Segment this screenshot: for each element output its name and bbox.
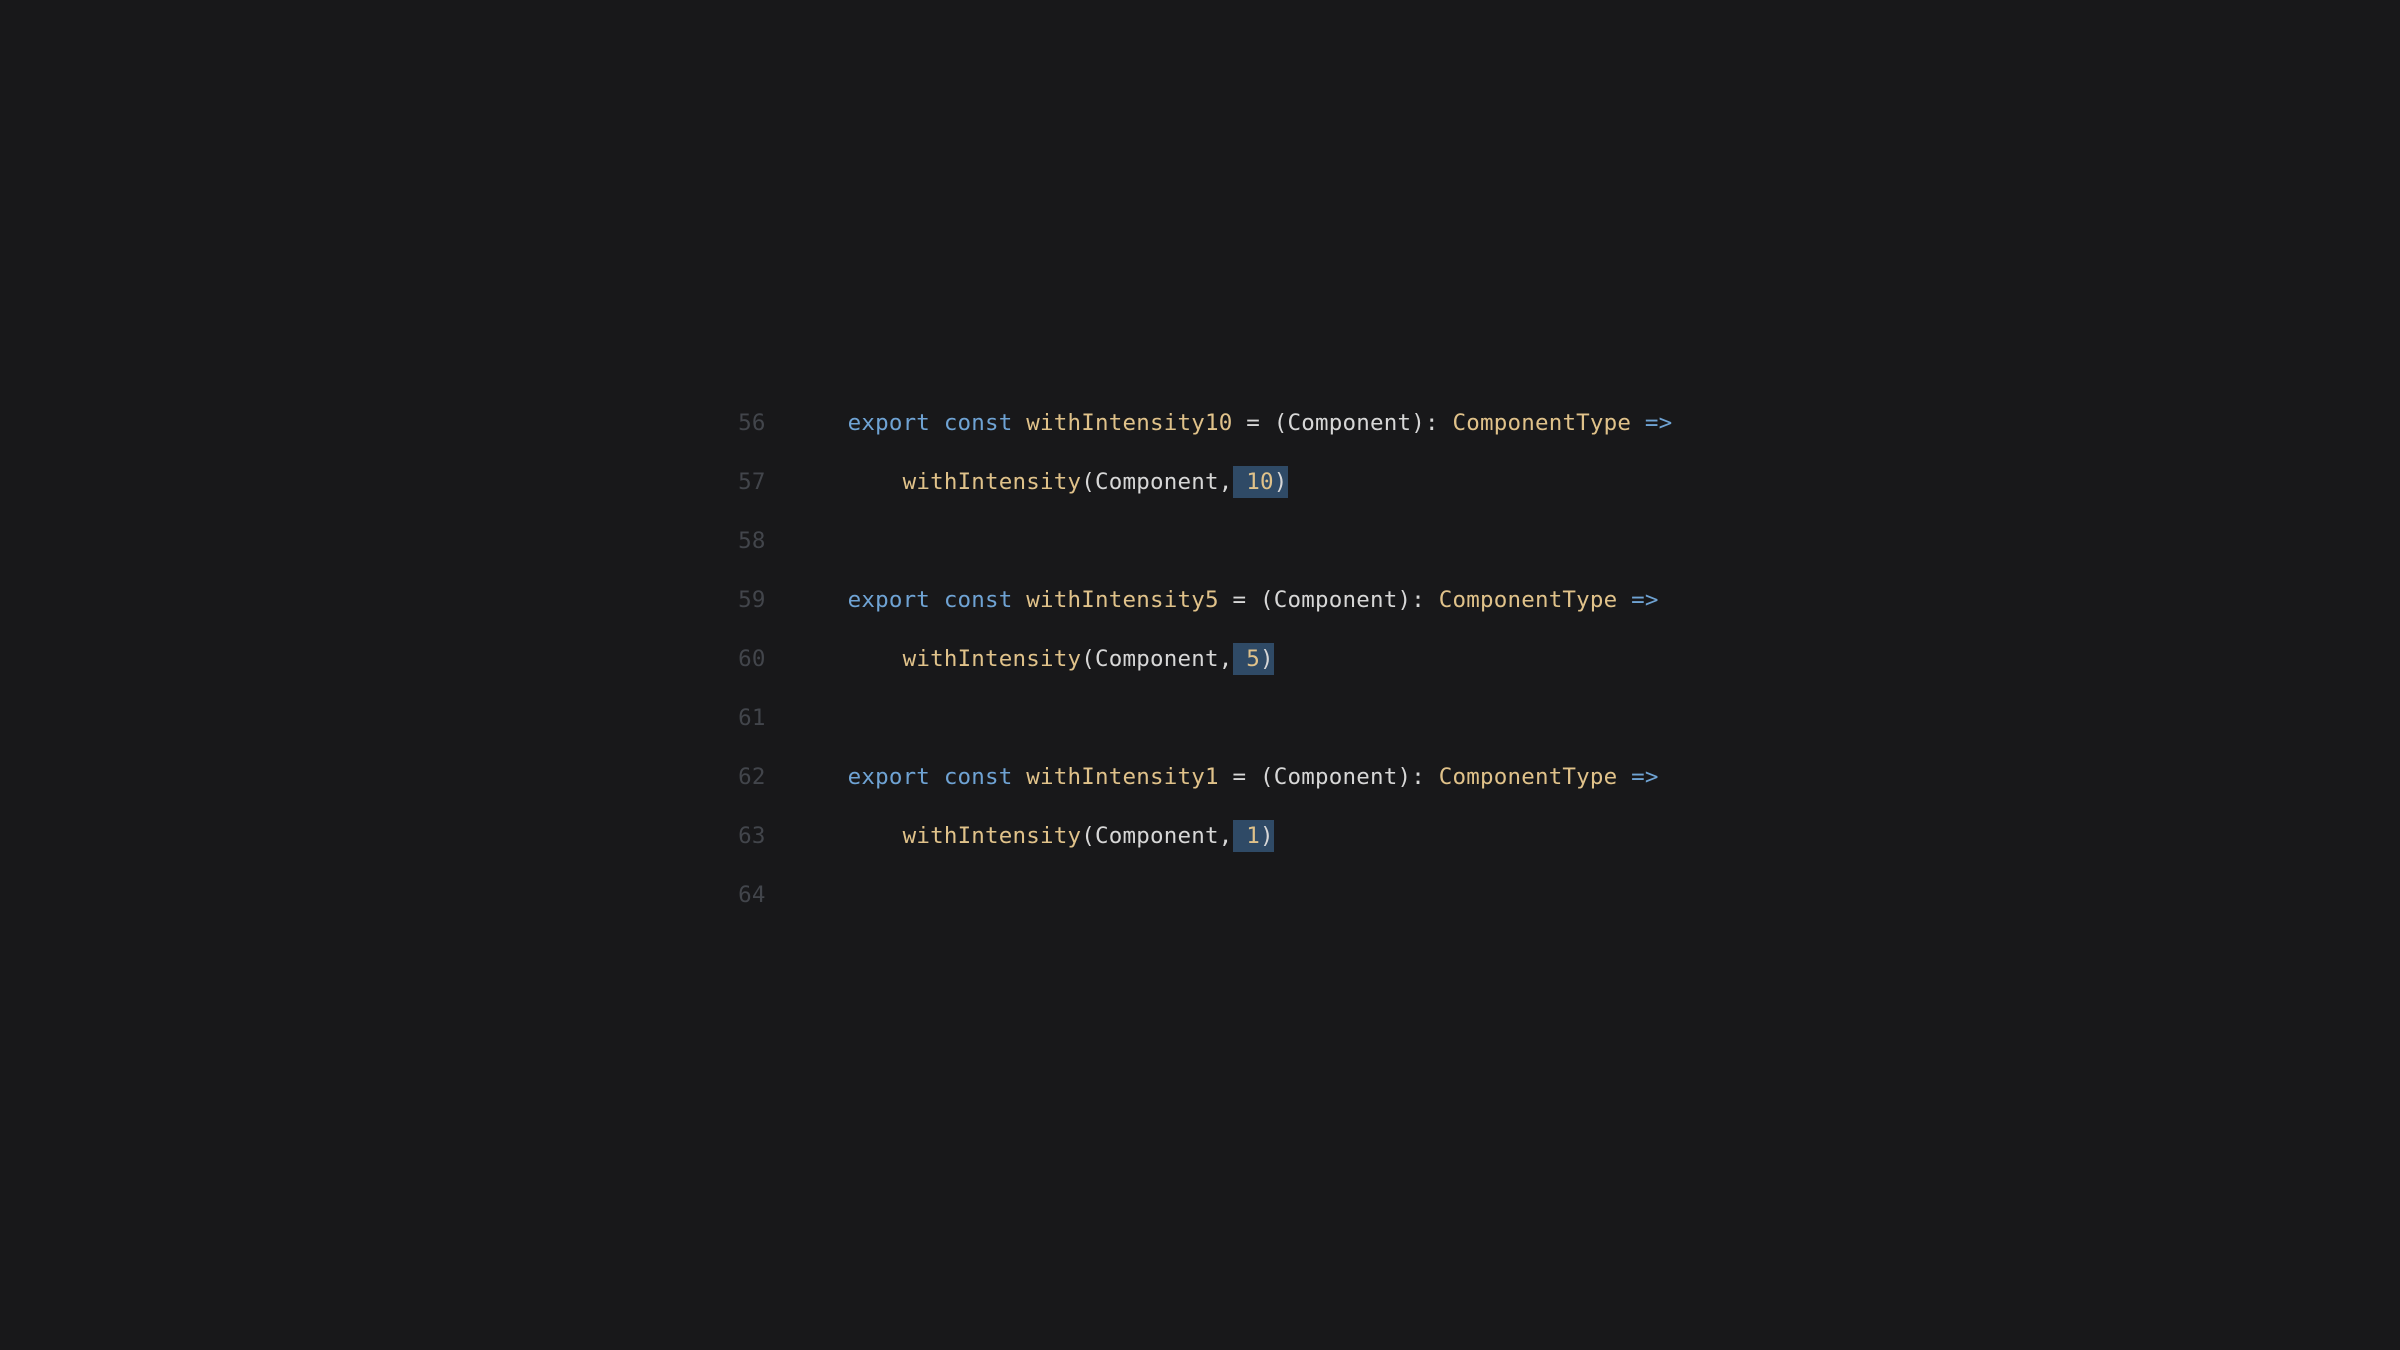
token: = bbox=[1233, 587, 1247, 613]
token: => bbox=[1645, 410, 1673, 436]
token: ) bbox=[1274, 466, 1288, 498]
line-number: 59 bbox=[728, 587, 848, 613]
token bbox=[1013, 764, 1027, 790]
token bbox=[1631, 410, 1645, 436]
code-content[interactable]: export const withIntensity1 = (Component… bbox=[848, 764, 1659, 790]
token: 5 bbox=[1246, 643, 1260, 675]
token bbox=[1013, 410, 1027, 436]
token: ): bbox=[1411, 410, 1452, 436]
code-line[interactable]: 58 bbox=[728, 528, 1673, 587]
token bbox=[930, 587, 944, 613]
line-number: 64 bbox=[728, 882, 848, 908]
line-number: 62 bbox=[728, 764, 848, 790]
token: Component bbox=[1095, 823, 1219, 849]
token bbox=[1617, 764, 1631, 790]
token: ): bbox=[1397, 587, 1438, 613]
token bbox=[930, 410, 944, 436]
token: ( bbox=[1081, 469, 1095, 495]
token: withIntensity10 bbox=[1026, 410, 1232, 436]
token: withIntensity bbox=[903, 646, 1082, 672]
code-line[interactable]: 63 withIntensity(Component, 1) bbox=[728, 823, 1673, 882]
token: => bbox=[1631, 587, 1659, 613]
token: export bbox=[848, 764, 930, 790]
token bbox=[930, 764, 944, 790]
code-editor[interactable]: 56export const withIntensity10 = (Compon… bbox=[728, 410, 1673, 941]
token: ( bbox=[1246, 587, 1274, 613]
code-line[interactable]: 64 bbox=[728, 882, 1673, 941]
line-number: 61 bbox=[728, 705, 848, 731]
token bbox=[1617, 587, 1631, 613]
token bbox=[1219, 764, 1233, 790]
token: 10 bbox=[1246, 466, 1274, 498]
token: ( bbox=[1246, 764, 1274, 790]
line-number: 57 bbox=[728, 469, 848, 495]
line-number: 63 bbox=[728, 823, 848, 849]
token: = bbox=[1233, 764, 1247, 790]
token bbox=[1219, 587, 1233, 613]
token: , bbox=[1219, 823, 1233, 849]
token: , bbox=[1219, 646, 1233, 672]
token: withIntensity1 bbox=[1026, 764, 1218, 790]
token: Component bbox=[1274, 764, 1398, 790]
token: ( bbox=[1260, 410, 1288, 436]
token: const bbox=[944, 410, 1013, 436]
token: withIntensity bbox=[903, 823, 1082, 849]
token: Component bbox=[1095, 646, 1219, 672]
code-content[interactable]: export const withIntensity5 = (Component… bbox=[848, 587, 1659, 613]
token bbox=[1233, 466, 1247, 498]
code-content[interactable]: withIntensity(Component, 10) bbox=[848, 469, 1288, 495]
token: => bbox=[1631, 764, 1659, 790]
token: 1 bbox=[1246, 820, 1260, 852]
token: export bbox=[848, 587, 930, 613]
token: Component bbox=[1095, 469, 1219, 495]
token: const bbox=[944, 764, 1013, 790]
token: export bbox=[848, 410, 930, 436]
code-line[interactable]: 60 withIntensity(Component, 5) bbox=[728, 646, 1673, 705]
token: , bbox=[1219, 469, 1233, 495]
token: ( bbox=[1081, 646, 1095, 672]
code-content[interactable]: export const withIntensity10 = (Componen… bbox=[848, 410, 1673, 436]
token bbox=[1233, 643, 1247, 675]
token: withIntensity5 bbox=[1026, 587, 1218, 613]
token: const bbox=[944, 587, 1013, 613]
token bbox=[1013, 587, 1027, 613]
token: Component bbox=[1274, 587, 1398, 613]
code-line[interactable]: 59export const withIntensity5 = (Compone… bbox=[728, 587, 1673, 646]
code-content[interactable]: withIntensity(Component, 5) bbox=[848, 646, 1274, 672]
code-line[interactable]: 57 withIntensity(Component, 10) bbox=[728, 469, 1673, 528]
line-number: 56 bbox=[728, 410, 848, 436]
code-line[interactable]: 62export const withIntensity1 = (Compone… bbox=[728, 764, 1673, 823]
token bbox=[1233, 410, 1247, 436]
line-number: 60 bbox=[728, 646, 848, 672]
token: ComponentType bbox=[1439, 587, 1618, 613]
code-content[interactable]: withIntensity(Component, 1) bbox=[848, 823, 1274, 849]
token: ) bbox=[1260, 643, 1274, 675]
token: ComponentType bbox=[1452, 410, 1631, 436]
token: ComponentType bbox=[1439, 764, 1618, 790]
token: ) bbox=[1260, 820, 1274, 852]
line-number: 58 bbox=[728, 528, 848, 554]
token: withIntensity bbox=[903, 469, 1082, 495]
token bbox=[1233, 820, 1247, 852]
token: ( bbox=[1081, 823, 1095, 849]
token: ): bbox=[1397, 764, 1438, 790]
code-line[interactable]: 56export const withIntensity10 = (Compon… bbox=[728, 410, 1673, 469]
code-line[interactable]: 61 bbox=[728, 705, 1673, 764]
token: Component bbox=[1288, 410, 1412, 436]
token: = bbox=[1246, 410, 1260, 436]
